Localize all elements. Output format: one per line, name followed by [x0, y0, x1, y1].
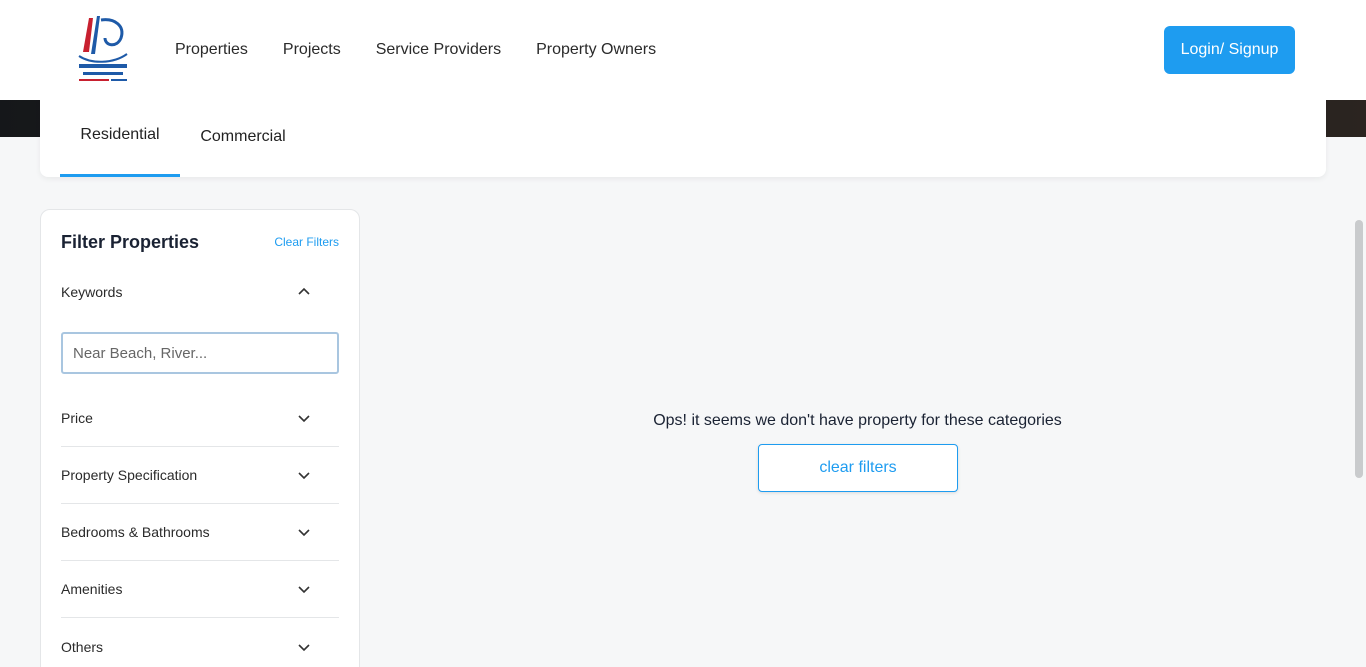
bedrooms-bathrooms-section-header[interactable]: Bedrooms & Bathrooms [61, 504, 339, 561]
others-section-header[interactable]: Others [61, 618, 339, 667]
clear-filters-button[interactable]: clear filters [758, 444, 958, 492]
price-section-header[interactable]: Price [61, 390, 339, 447]
bedrooms-bathrooms-label: Bedrooms & Bathrooms [61, 524, 210, 540]
tab-commercial[interactable]: Commercial [190, 96, 296, 177]
main-nav: Properties Projects Service Providers Pr… [175, 0, 691, 100]
nav-properties[interactable]: Properties [175, 41, 248, 59]
company-logo-icon[interactable] [75, 12, 131, 88]
nav-service-providers[interactable]: Service Providers [376, 41, 501, 59]
nav-property-owners[interactable]: Property Owners [536, 41, 656, 59]
chevron-down-icon [298, 529, 310, 537]
chevron-down-icon [298, 472, 310, 480]
property-specification-section-header[interactable]: Property Specification [61, 447, 339, 504]
keywords-label: Keywords [61, 283, 123, 300]
login-signup-button[interactable]: Login/ Signup [1164, 26, 1295, 74]
keywords-input[interactable] [61, 332, 339, 374]
filter-panel: Filter Properties Clear Filters Keywords… [40, 209, 360, 667]
amenities-section-header[interactable]: Amenities [61, 561, 339, 618]
others-label: Others [61, 638, 104, 655]
property-specification-label: Property Specification [61, 467, 198, 483]
filter-title: Filter Properties [61, 232, 200, 252]
chevron-up-icon [298, 287, 310, 295]
price-label: Price [61, 410, 93, 426]
chevron-down-icon [298, 643, 310, 651]
empty-results-message: Ops! it seems we don't have property for… [653, 412, 1062, 429]
page-scrollbar[interactable] [1352, 220, 1366, 667]
clear-filters-link[interactable]: Clear Filters [274, 235, 339, 249]
keywords-section-header[interactable]: Keywords [61, 263, 339, 320]
nav-projects[interactable]: Projects [283, 41, 341, 59]
chevron-down-icon [298, 415, 310, 423]
amenities-label: Amenities [61, 581, 123, 597]
tab-residential[interactable]: Residential [60, 96, 180, 177]
scrollbar-thumb[interactable] [1355, 220, 1363, 478]
chevron-down-icon [298, 586, 310, 594]
site-header: Properties Projects Service Providers Pr… [0, 0, 1366, 100]
property-type-tabs: Residential Commercial [40, 96, 1326, 177]
